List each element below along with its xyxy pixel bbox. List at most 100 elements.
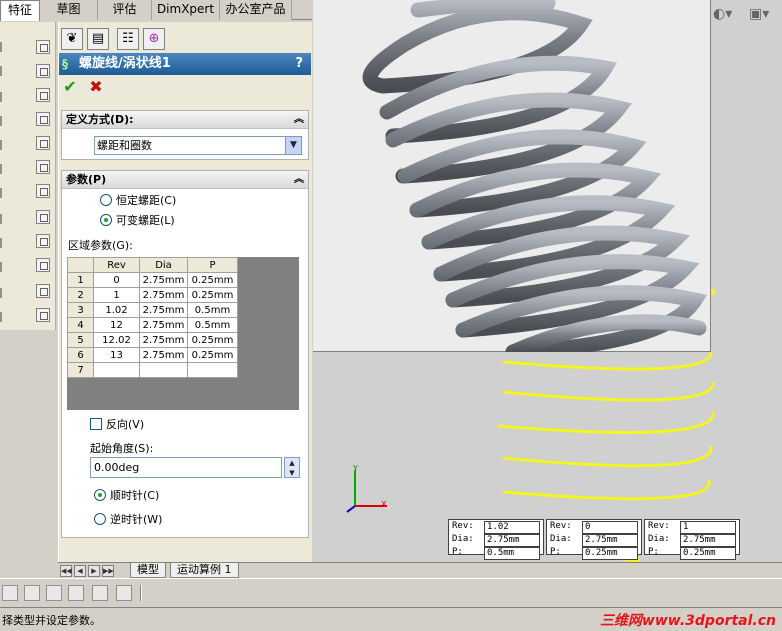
line-style-icon[interactable] bbox=[68, 585, 84, 601]
cut-sweep-icon[interactable] bbox=[36, 184, 50, 198]
dome-icon[interactable] bbox=[0, 214, 8, 224]
cell-rev[interactable]: 13 bbox=[93, 347, 140, 363]
dimension-icon[interactable] bbox=[116, 585, 132, 601]
table-row[interactable]: 1 0 2.75mm 0.25mm bbox=[67, 272, 238, 288]
split-icon[interactable] bbox=[0, 312, 8, 322]
constant-pitch-option[interactable]: 恒定螺距(C) bbox=[100, 193, 176, 209]
dimxpert-manager-icon[interactable]: ⊕ bbox=[143, 28, 165, 50]
cell-p[interactable]: 0.25mm bbox=[187, 332, 238, 348]
layer-icon[interactable] bbox=[2, 585, 18, 601]
cell-rev[interactable]: 12 bbox=[93, 317, 140, 333]
cancel-button[interactable]: ✖ bbox=[87, 78, 105, 96]
hole-icon[interactable] bbox=[0, 164, 8, 174]
region-parameters-grid[interactable]: Rev Dia P 1 0 2.75mm 0.25mm 2 1 2.75mm 0… bbox=[67, 257, 299, 410]
cell-p[interactable] bbox=[187, 362, 238, 378]
region-readout-3[interactable]: Rev: 1 Dia: 2.75mm P: 0.25mm bbox=[644, 519, 740, 560]
cell-dia[interactable]: 2.75mm bbox=[139, 287, 188, 303]
line-format-icon[interactable] bbox=[24, 585, 40, 601]
tab-model[interactable]: 模型 bbox=[130, 563, 166, 578]
property-manager-icon[interactable]: ▤ bbox=[87, 28, 109, 50]
shell-icon[interactable] bbox=[0, 92, 8, 102]
tab-motion-study[interactable]: 运动算例 1 bbox=[170, 563, 239, 578]
table-row[interactable]: 2 1 2.75mm 0.25mm bbox=[67, 287, 238, 303]
region-readout-2[interactable]: Rev: 0 Dia: 2.75mm P: 0.25mm bbox=[546, 519, 642, 560]
sweep-icon[interactable] bbox=[36, 88, 50, 102]
cell-rev[interactable] bbox=[93, 362, 140, 378]
chevron-down-icon[interactable]: ▼ bbox=[285, 137, 301, 154]
cell-rev[interactable]: 0 bbox=[93, 272, 140, 288]
cell-dia[interactable]: 2.75mm bbox=[139, 317, 188, 333]
radio-variable-pitch[interactable] bbox=[100, 214, 112, 226]
line-weight-icon[interactable] bbox=[46, 585, 62, 601]
cell-p[interactable]: 0.25mm bbox=[187, 347, 238, 363]
wrap-icon[interactable] bbox=[0, 188, 8, 198]
instant3d-icon[interactable] bbox=[36, 258, 50, 272]
table-row[interactable]: 7 bbox=[67, 362, 238, 378]
configuration-manager-icon[interactable]: ☷ bbox=[117, 28, 139, 50]
radio-constant-pitch[interactable] bbox=[100, 194, 112, 206]
definition-select[interactable]: 螺距和圈数 ▼ bbox=[94, 136, 302, 155]
cell-rev[interactable]: 1 bbox=[93, 287, 140, 303]
rib-icon[interactable] bbox=[0, 116, 8, 126]
table-row[interactable]: 5 12.02 2.75mm 0.25mm bbox=[67, 332, 238, 348]
variable-pitch-option[interactable]: 可变螺距(L) bbox=[100, 213, 175, 229]
clockwise-option[interactable]: 顺时针(C) bbox=[94, 488, 159, 504]
first-tab-icon[interactable]: ◀◀ bbox=[60, 565, 72, 577]
collapse-icon[interactable]: ︽ bbox=[294, 111, 304, 129]
next-tab-icon[interactable]: ▶ bbox=[88, 565, 100, 577]
ok-button[interactable]: ✔ bbox=[61, 78, 79, 96]
display-style-icon[interactable]: ▣▾ bbox=[749, 6, 779, 26]
start-angle-spinner[interactable]: ▲ ▼ bbox=[284, 457, 300, 478]
tab-office-products[interactable]: 办公室产品 bbox=[220, 0, 292, 20]
tab-dimxpert[interactable]: DimXpert bbox=[152, 0, 220, 20]
table-row[interactable]: 4 12 2.75mm 0.5mm bbox=[67, 317, 238, 333]
table-row[interactable]: 6 13 2.75mm 0.25mm bbox=[67, 347, 238, 363]
align-icon[interactable] bbox=[92, 585, 108, 601]
cell-dia[interactable]: 2.75mm bbox=[139, 347, 188, 363]
curves-icon[interactable] bbox=[36, 234, 50, 248]
counterclockwise-option[interactable]: 逆时针(W) bbox=[94, 512, 162, 528]
parameters-group-header[interactable]: 参数(P) ︽ bbox=[62, 171, 308, 189]
cell-p[interactable]: 0.25mm bbox=[187, 287, 238, 303]
spin-down-icon[interactable]: ▼ bbox=[285, 468, 299, 478]
cell-dia[interactable] bbox=[139, 362, 188, 378]
cell-dia[interactable]: 2.75mm bbox=[139, 332, 188, 348]
cut-revolve-icon[interactable] bbox=[36, 160, 50, 174]
collapse-icon[interactable]: ︽ bbox=[294, 171, 304, 189]
cell-p[interactable]: 0.5mm bbox=[187, 317, 238, 333]
region-readout-1[interactable]: Rev: 1.02 Dia: 2.75mm P: 0.5mm bbox=[448, 519, 544, 560]
tab-evaluate[interactable]: 评估 bbox=[98, 0, 152, 20]
fillet-icon[interactable] bbox=[0, 42, 8, 52]
view-orientation-icon[interactable]: ◐▾ bbox=[713, 6, 747, 26]
cut-extrude-icon[interactable] bbox=[36, 136, 50, 150]
tab-sketch[interactable]: 草图 bbox=[40, 0, 98, 20]
reference-geometry-icon[interactable] bbox=[36, 210, 50, 224]
start-angle-input[interactable]: 0.00deg bbox=[90, 457, 282, 478]
last-tab-icon[interactable]: ▶▶ bbox=[102, 565, 114, 577]
cell-rev[interactable]: 1.02 bbox=[93, 302, 140, 318]
reverse-checkbox[interactable] bbox=[90, 418, 102, 430]
spin-up-icon[interactable]: ▲ bbox=[285, 458, 299, 468]
cell-p[interactable]: 0.5mm bbox=[187, 302, 238, 318]
helix-icon[interactable] bbox=[0, 238, 8, 248]
copy-icon[interactable] bbox=[36, 284, 50, 298]
pattern-icon[interactable] bbox=[0, 262, 8, 272]
extrude-icon[interactable] bbox=[36, 40, 50, 54]
help-button[interactable]: ? bbox=[295, 53, 303, 75]
cell-dia[interactable]: 2.75mm bbox=[139, 272, 188, 288]
prev-tab-icon[interactable]: ◀ bbox=[74, 565, 86, 577]
cell-rev[interactable]: 12.02 bbox=[93, 332, 140, 348]
chamfer-icon[interactable] bbox=[0, 66, 8, 76]
radio-counterclockwise[interactable] bbox=[94, 513, 106, 525]
radio-clockwise[interactable] bbox=[94, 489, 106, 501]
move-face-icon[interactable] bbox=[0, 288, 8, 298]
graphics-area[interactable]: ◐▾ ▣▾ X Y Rev: 1.02 Dia: 2.75mm P: 0.5mm Re… bbox=[313, 0, 782, 562]
reverse-option[interactable]: 反向(V) bbox=[90, 417, 144, 433]
draft-icon[interactable] bbox=[0, 140, 8, 150]
definition-group-header[interactable]: 定义方式(D): ︽ bbox=[62, 111, 308, 129]
tab-features[interactable]: 特征 bbox=[0, 0, 40, 21]
revolve-icon[interactable] bbox=[36, 64, 50, 78]
mirror-icon[interactable] bbox=[36, 308, 50, 322]
loft-icon[interactable] bbox=[36, 112, 50, 126]
cell-p[interactable]: 0.25mm bbox=[187, 272, 238, 288]
